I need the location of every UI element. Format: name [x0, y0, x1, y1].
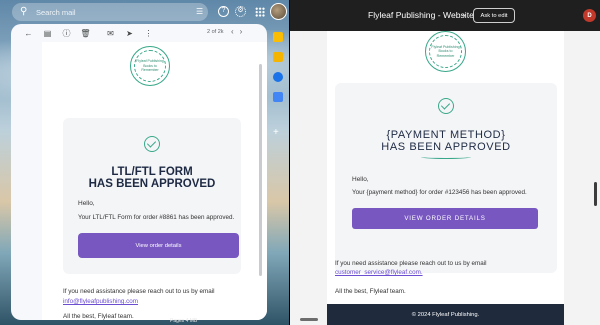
bottom-fragment: Pages 4 MB — [170, 318, 198, 324]
delete-icon[interactable]: 🗑 — [76, 29, 95, 38]
flyleaf-logo: Flyleaf Publishing Books to Remember — [130, 46, 170, 86]
chevron-down-icon[interactable]: ⌄ — [461, 9, 468, 18]
email-preview: Flyleaf Publishing Books to Remember {PA… — [327, 31, 564, 325]
gmail-topbar: ⚲ Search mail ☰ ? ⚙ — [0, 0, 289, 24]
tune-icon[interactable]: ☰ — [196, 7, 203, 16]
approval-message: Your LTL/FTL Form for order #8861 has be… — [78, 214, 235, 221]
logo-text: Flyleaf Publishing Books to Remember — [136, 59, 164, 73]
site-footer: © 2024 Flyleaf Publishing. — [327, 304, 564, 325]
help-text: If you need assistance please reach out … — [335, 260, 487, 267]
add-app-icon[interactable]: + — [273, 128, 283, 138]
pager-arrows: ‹› — [231, 27, 248, 36]
archive-icon[interactable]: ▤ — [38, 29, 57, 38]
title-swash — [421, 155, 471, 159]
greeting: Hello, — [78, 200, 95, 207]
account-avatar[interactable] — [270, 3, 287, 20]
signoff: All the best, Flyleaf team. — [335, 288, 406, 295]
site-topbar: Flyleaf Publishing - Website ⌄ Ask to ed… — [290, 0, 600, 31]
site-title: Flyleaf Publishing - Website — [368, 10, 474, 20]
apps-grid-icon[interactable] — [255, 7, 265, 17]
user-avatar[interactable]: D — [583, 9, 596, 22]
pager-count: 2 of 2k — [207, 29, 224, 35]
tasks-app-icon[interactable] — [273, 72, 283, 82]
logo-text: Flyleaf Publishing Books to Remember — [431, 44, 460, 58]
mail-toolbar: ← ▤ ⓘ 🗑 ✉ ➤ ⋮ — [11, 24, 267, 42]
email-body: Flyleaf Publishing Books to Remember LTL… — [42, 42, 267, 320]
site-scrollbar[interactable] — [594, 182, 597, 206]
flyleaf-logo: Flyleaf Publishing Books to Remember — [425, 31, 466, 72]
help-email-link[interactable]: info@flyleafpublishing.com — [63, 298, 138, 305]
settings-icon[interactable]: ⚙ — [235, 6, 246, 17]
mail-pane: ← ▤ ⓘ 🗑 ✉ ➤ ⋮ 2 of 2k ‹› Flyleaf Publish… — [11, 24, 267, 320]
approval-message: Your {payment method} for order #123456 … — [352, 189, 527, 196]
greeting: Hello, — [352, 176, 369, 183]
help-email-link[interactable]: customer_service@flyleaf.com. — [335, 269, 423, 276]
keep-app-icon[interactable] — [273, 52, 283, 62]
gmail-window: ⚲ Search mail ☰ ? ⚙ ← ▤ ⓘ 🗑 ✉ ➤ ⋮ 2 of 2… — [0, 0, 289, 325]
help-icon[interactable]: ? — [218, 6, 229, 17]
more-icon[interactable]: ⋮ — [139, 29, 158, 38]
search-icon[interactable]: ⚲ — [20, 7, 30, 17]
mail-scrollbar[interactable] — [259, 64, 262, 276]
approval-title: {PAYMENT METHOD} HAS BEEN APPROVED — [335, 129, 557, 153]
check-circle-icon — [438, 98, 454, 114]
approval-title-line1: LTL/FTL FORM — [111, 166, 193, 178]
approval-title-line1: {PAYMENT METHOD} — [386, 129, 506, 141]
approval-title-line2: HAS BEEN APPROVED — [381, 141, 511, 153]
side-panel-apps: + — [268, 24, 289, 320]
search-input[interactable]: Search mail — [36, 8, 76, 17]
website-window: Flyleaf Publishing - Website ⌄ Ask to ed… — [290, 0, 600, 325]
help-text: If you need assistance please reach out … — [63, 288, 215, 295]
chevron-left-icon[interactable]: ‹ — [231, 27, 240, 36]
calendar-app-icon[interactable] — [273, 32, 283, 42]
view-order-button[interactable]: VIEW ORDER DETAILS — [352, 208, 538, 229]
approval-card: {PAYMENT METHOD} HAS BEEN APPROVED Hello… — [335, 83, 557, 273]
ask-to-edit-button[interactable]: Ask to edit — [473, 8, 515, 23]
approval-title-line2: HAS BEEN APPROVED — [88, 178, 216, 190]
move-to-icon[interactable]: ➤ — [120, 29, 139, 38]
search-box[interactable]: ⚲ Search mail — [12, 3, 208, 21]
view-order-button[interactable]: View order details — [78, 233, 239, 258]
report-icon[interactable]: ⓘ — [57, 28, 76, 39]
chevron-right-icon[interactable]: › — [240, 27, 249, 36]
mark-unread-icon[interactable]: ✉ — [101, 29, 120, 38]
back-arrow-icon[interactable]: ← — [19, 29, 38, 38]
approval-card: LTL/FTL FORM HAS BEEN APPROVED Hello, Yo… — [63, 118, 241, 274]
signoff: All the best, Flyleaf team. — [63, 313, 134, 320]
contacts-app-icon[interactable] — [273, 92, 283, 102]
check-circle-icon — [144, 136, 160, 152]
horizontal-scrollbar[interactable] — [300, 318, 318, 321]
approval-title: LTL/FTL FORM HAS BEEN APPROVED — [63, 166, 241, 190]
